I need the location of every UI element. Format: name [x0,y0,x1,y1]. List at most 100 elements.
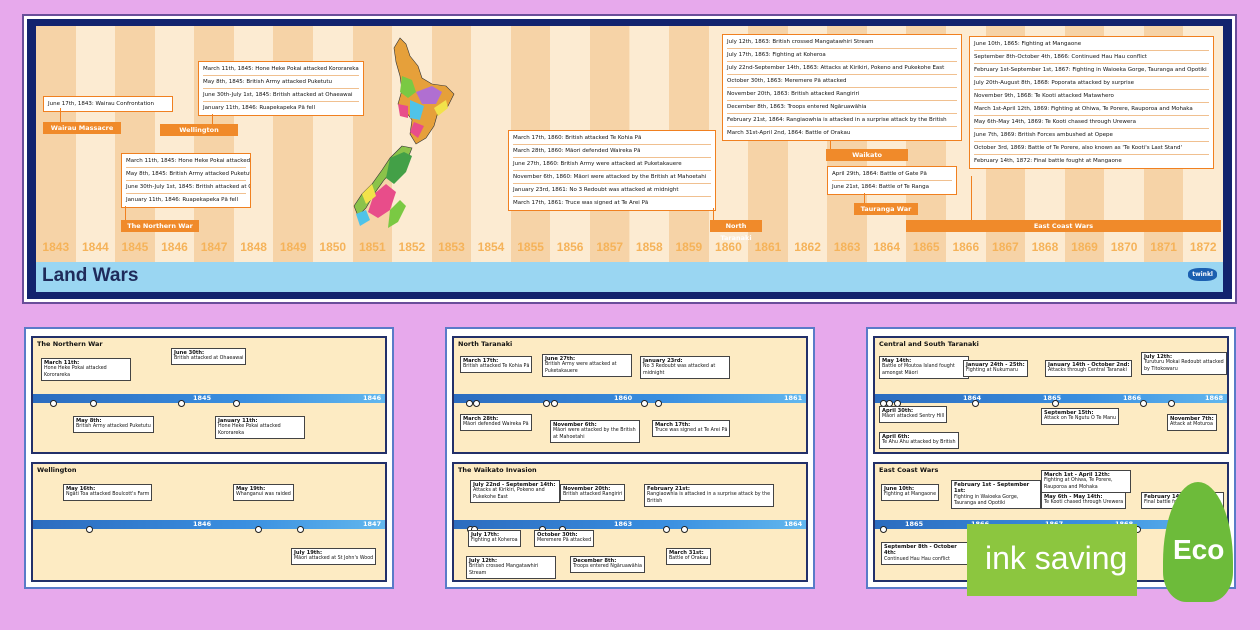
banner-title: Land Wars [42,265,139,286]
event-label: May 19th: Whanganui was raided [233,484,294,501]
panel-year: 1860 [614,394,633,402]
event-dot [466,400,473,407]
event-label-text: Battle of Moutoa Island fought amongst M… [882,364,955,376]
year-stripe [75,26,116,262]
event-entry: June 7th, 1869: British Forces ambushed … [974,129,1209,142]
event-dot [50,400,57,407]
event-box-waikato: July 12th, 1863: British crossed Mangata… [722,34,962,141]
event-entry: January 11th, 1846: Ruapekapeka Pā fell [203,105,315,111]
event-entry: February 1st-September 1st, 1867: Fighti… [974,64,1209,77]
panel-year: 1861 [784,394,803,402]
event-entry: May 8th, 1845: British Army attacked Puk… [126,168,250,181]
panel-taranaki: North Taranaki 1860 1861 March 17th: British… [452,336,808,454]
year-label: 1865 [912,240,940,254]
event-label: May 16th: Ngāti Toa attacked Boulcott's F… [63,484,153,501]
event-label: February 1st - September 1st: Fighting in… [951,480,1041,510]
event-label: March 31st: Battle of Orakau [666,548,712,565]
panel-year: 1847 [363,520,382,528]
event-label: July 12th: British crossed Mangatawhiri S… [466,556,556,579]
event-entry: April 29th, 1864: Battle of Gate Pā [832,168,952,181]
event-label-text: Māori attacked at St John's Wood [294,556,374,562]
stem-wairau [60,108,61,122]
event-dot [178,400,185,407]
event-entry: June 27th, 1860: British Army were attac… [513,158,711,171]
event-label: November 7th: Attack at Moturoa [1167,414,1217,431]
event-label: September 8th - October 4th: Continued Ha… [881,542,971,565]
stem-taranaki [713,208,714,220]
year-label: 1847 [200,240,228,254]
year-label: 1869 [1071,240,1098,254]
panel-year: 1846 [193,520,212,528]
event-entry: November 6th, 1860: Māori were attacked … [513,171,711,184]
event-label-text: Whanganui was raided [236,492,291,498]
panel-title: Central and South Taranaki [879,340,979,348]
event-entry: June 17th, 1843: Wairau Confrontation [48,101,154,107]
event-entry: October 3rd, 1869: Battle of Te Porere, … [974,142,1209,155]
event-entry: November 9th, 1868: Te Kooti attacked Ma… [974,90,1209,103]
year-label: 1851 [358,240,386,254]
panel-timeline: 1845 1846 [33,394,385,403]
event-label-date: February 1st - September 1st: [954,482,1030,495]
event-label-text: Māori attacked Sentry Hill [882,414,945,420]
event-dot [641,400,648,407]
event-dot [543,400,550,407]
panel-title: East Coast Wars [879,466,939,474]
event-dot [255,526,262,533]
year-label: 1871 [1150,240,1177,254]
stem-east-coast [971,176,972,220]
event-entry: March 28th, 1860: Māori defended Waireka… [513,145,711,158]
panel-wellington: Wellington 1846 1847 May 16th: Ngāti Toa att… [31,462,387,582]
event-entry: June 10th, 1865: Fighting at Mangaone [974,38,1209,51]
event-label-text: Hone Heke Pokai attacked Kororareka [44,366,107,378]
twinkl-logo: twinkl [1188,268,1217,281]
event-entry: May 8th, 1845: British Army attacked Puk… [203,76,359,89]
event-entry: March 11th, 1845: Hone Heke Pokai attack… [203,63,359,76]
event-label: November 20th: British attacked Rangiriri [560,484,626,501]
event-entry: March 1st-April 12th, 1869: Fighting at … [974,103,1209,116]
year-label: 1872 [1189,240,1217,254]
year-stripe [36,26,76,262]
event-dot [233,400,240,407]
event-dot [972,400,979,407]
event-label-text: Ngāti Toa attacked Boulcott's Farm [66,492,150,498]
event-label: March 17th: Truce was signed at Te Arei P… [652,420,731,437]
event-label: June 27th: British Army were attacked at … [542,354,632,377]
year-label: 1867 [992,240,1019,254]
year-label: 1849 [279,240,307,254]
year-label: 1859 [675,240,703,254]
event-label: March 28th: Māori defended Waireka Pā [460,414,532,431]
event-label-text: Attacks at Kirikiri, Pokeno and Pukekohe… [473,488,545,500]
stem-northern [125,206,126,220]
event-label-text: Te Kooti chased through Urewera [1044,500,1124,506]
event-entry: December 8th, 1863: Troops entered Ngāru… [727,101,957,114]
tag-east-coast-wars: East Coast Wars [906,220,1221,232]
tag-northern-war: The Northern War [121,220,199,232]
stem-tauranga [864,193,865,203]
event-entry: March 17th, 1861: Truce was signed at Te… [513,200,649,206]
event-label-text: Māori were attacked by the British at Ma… [553,428,636,440]
event-entry: July 17th, 1863: Fighting at Koheroa [727,49,957,62]
ink-saving-badge: ink saving [967,524,1137,596]
event-dot [681,526,688,533]
event-label-text: British Army were attacked at Puketakaue… [545,362,617,374]
event-label-text: Fighting at Nukumaru [966,368,1018,374]
event-label-text: British attacked at Ohaeawai [174,356,244,362]
panel-title: North Taranaki [458,340,513,348]
year-label: 1848 [240,240,267,254]
event-label: March 17th: British attacked Te Kohia Pā [460,356,533,373]
panel-year: 1845 [193,394,212,402]
event-label: April 6th: Te Ahu Ahu attacked by British [879,432,959,449]
year-label: 1868 [1031,240,1059,254]
event-entry: July 12th, 1863: British crossed Mangata… [727,36,957,49]
year-label: 1852 [398,240,426,254]
event-entry: October 30th, 1863: Meremere Pā attacked [727,75,957,88]
event-label: February 21st: Rangiaowhia is attacked in… [644,484,774,507]
event-entry: February 21st, 1864: Rangiaowhia is atta… [727,114,957,127]
event-label-text: Attack on Te Ngutu O Te Manu [1044,416,1117,422]
event-entry: March 31st-April 2nd, 1864: Battle of Or… [727,130,851,136]
year-label: 1861 [754,240,782,254]
event-label-text: Rangiaowhia is attacked in a surprise at… [647,492,771,504]
event-label: March 1st - April 12th: Fighting at Ohiwa… [1041,470,1131,493]
event-box-wellington: March 11th, 1845: Hone Heke Pokai attack… [198,61,364,116]
event-dot [663,526,670,533]
